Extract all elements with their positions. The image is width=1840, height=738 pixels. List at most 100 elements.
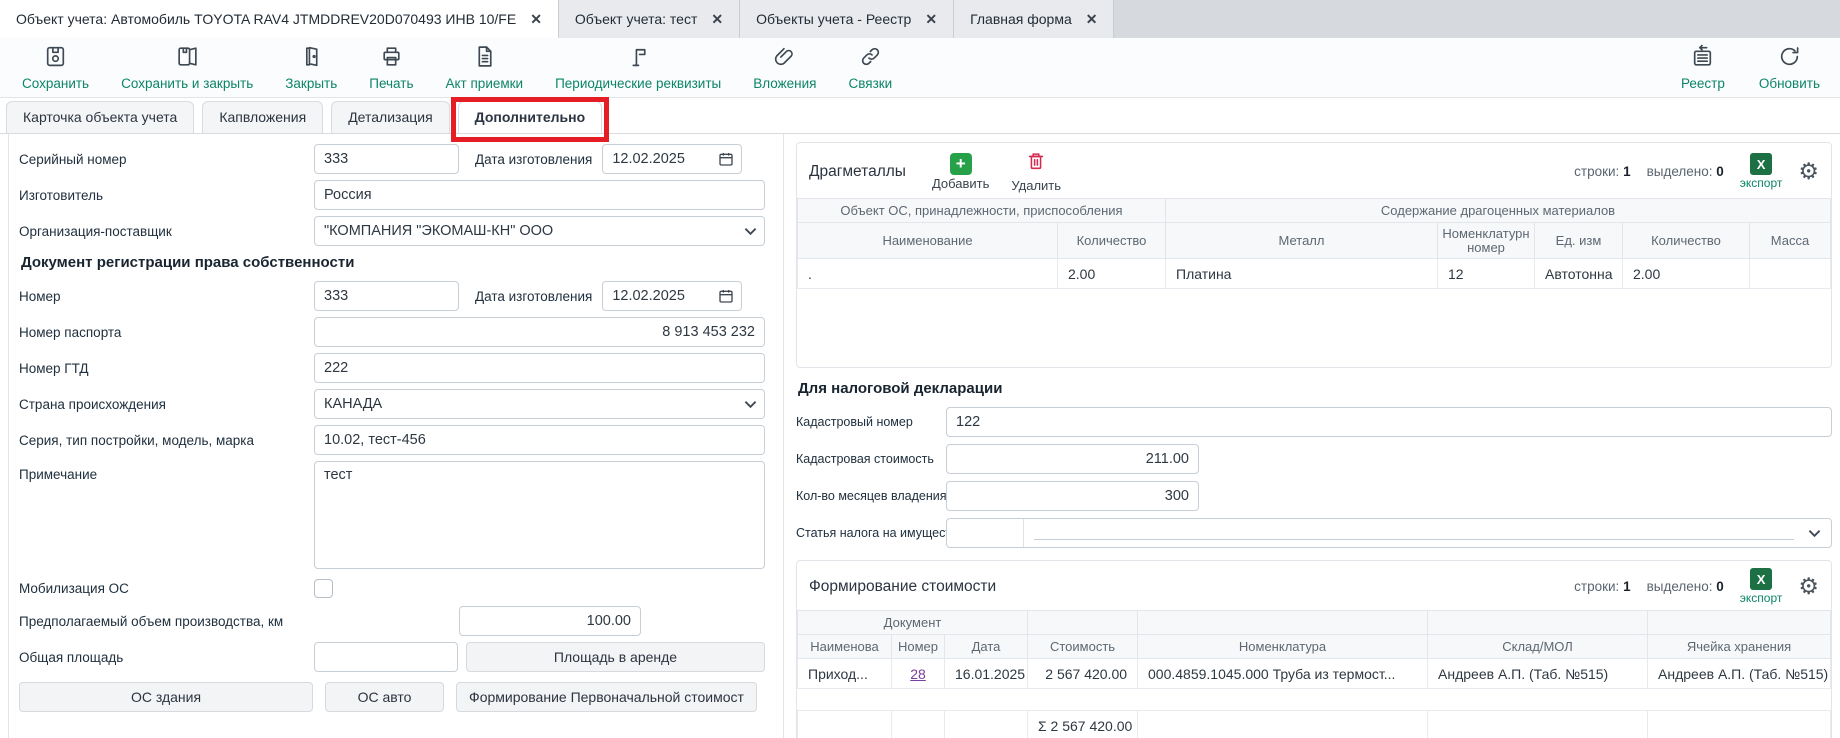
rows-count: строки: 1 <box>1574 164 1630 179</box>
os-auto-button[interactable]: ОС авто <box>325 682 444 712</box>
field-label: Предполагаемый объем производства, км <box>19 614 459 629</box>
registry-button[interactable]: Реестр <box>1681 44 1725 91</box>
registration-number-input[interactable] <box>314 281 459 311</box>
window-tab-test-object[interactable]: Объект учета: тест ✕ <box>559 0 740 38</box>
manufacturer-input[interactable] <box>314 180 765 210</box>
form-tab-bar: Карточка объекта учета Капвложения Детал… <box>0 98 1840 134</box>
property-tax-article-select[interactable] <box>946 518 1832 548</box>
passport-number-input[interactable] <box>314 317 765 347</box>
field-label: Изготовитель <box>19 188 314 203</box>
note-textarea[interactable]: тест <box>314 461 765 569</box>
right-pane: Драгметаллы + Добавить Удалить строки: 1… <box>784 134 1840 738</box>
column-header: Масса <box>1750 223 1831 259</box>
gear-icon[interactable]: ⚙ <box>1798 160 1819 183</box>
print-button[interactable]: Печать <box>369 44 413 91</box>
paperclip-icon <box>772 44 797 74</box>
tab-object-card[interactable]: Карточка объекта учета <box>6 101 194 133</box>
column-header: Ячейка хранения <box>1648 635 1831 659</box>
excel-export-button[interactable]: X экспорт <box>1740 568 1783 605</box>
table-row[interactable]: . 2.00 Платина 12 Автотонна 2.00 <box>798 259 1831 289</box>
production-volume-input[interactable] <box>459 606 641 636</box>
attachments-button[interactable]: Вложения <box>753 44 816 91</box>
os-buildings-button[interactable]: ОС здания <box>19 682 313 712</box>
field-label: Статья налога на имущество <box>796 526 946 540</box>
field-label: Номер <box>19 289 314 304</box>
field-label: Кадастровая стоимость <box>796 452 946 466</box>
gtd-number-input[interactable] <box>314 353 765 383</box>
registry-icon <box>1690 44 1715 74</box>
column-header: Дата <box>945 635 1028 659</box>
tax-article-code-cell[interactable] <box>947 519 1024 547</box>
supplier-select[interactable] <box>314 216 765 246</box>
close-button[interactable]: Закрыть <box>285 44 337 91</box>
refresh-icon <box>1777 44 1802 74</box>
delete-row-button[interactable]: Удалить <box>1011 150 1061 193</box>
initial-cost-formation-button[interactable]: Формирование Первоначальной стоимост <box>456 682 757 712</box>
window-tab-main-form[interactable]: Главная форма ✕ <box>954 0 1114 38</box>
printer-icon <box>379 44 404 74</box>
cadastral-number-input[interactable] <box>946 407 1832 437</box>
refresh-button[interactable]: Обновить <box>1759 44 1820 91</box>
series-model-input[interactable] <box>314 425 765 455</box>
manufacture-date-input-2[interactable] <box>602 281 742 311</box>
gear-icon[interactable]: ⚙ <box>1798 575 1819 598</box>
group-header: Содержание драгоценных материалов <box>1166 199 1831 223</box>
total-area-input[interactable] <box>314 642 458 672</box>
panel-title: Драгметаллы <box>809 163 906 181</box>
ownership-months-input[interactable] <box>946 481 1199 511</box>
cadastral-value-input[interactable] <box>946 444 1199 474</box>
manufacture-date-input-1[interactable] <box>602 144 742 174</box>
field-label: Серийный номер <box>19 152 314 167</box>
field-label: Кадастровый номер <box>796 415 946 429</box>
column-header: Номенклатура <box>1138 635 1428 659</box>
column-header: Количество <box>1623 223 1750 259</box>
tab-detailing[interactable]: Детализация <box>331 101 449 133</box>
column-header: Склад/МОЛ <box>1428 635 1648 659</box>
selected-count: выделено: 0 <box>1647 164 1724 179</box>
field-label: Примечание <box>19 461 314 482</box>
selected-count: выделено: 0 <box>1647 579 1724 594</box>
window-tab-registry[interactable]: Объекты учета - Реестр ✕ <box>740 0 954 38</box>
save-button[interactable]: Сохранить <box>22 44 89 91</box>
tab-additional[interactable]: Дополнительно <box>458 101 602 133</box>
excel-icon: X <box>1750 568 1772 590</box>
field-label: Номер ГТД <box>19 361 314 376</box>
column-header: Количество <box>1058 223 1166 259</box>
column-header: Ед. изм <box>1535 223 1623 259</box>
window-tab-label: Главная форма <box>970 11 1072 27</box>
field-label: Номер паспорта <box>19 325 314 340</box>
tab-capital-investments[interactable]: Капвложения <box>202 101 323 133</box>
close-icon[interactable]: ✕ <box>530 11 542 28</box>
save-icon <box>43 44 68 74</box>
field-label: Страна происхождения <box>19 397 314 412</box>
links-button[interactable]: Связки <box>848 44 892 91</box>
precious-metals-table: Объект ОС, принадлежности, приспособлени… <box>797 198 1831 289</box>
acceptance-act-button[interactable]: Акт приемки <box>446 44 524 91</box>
chain-link-icon <box>858 44 883 74</box>
cost-formation-table: Документ Наименова Номер Дата Стоимость … <box>797 610 1831 738</box>
close-icon[interactable]: ✕ <box>711 11 723 28</box>
mobilization-checkbox[interactable] <box>314 579 333 598</box>
summary-row: Σ 2 567 420.00 <box>798 711 1831 738</box>
table-row[interactable]: Приход... 28 16.01.2025 2 567 420.00 000… <box>798 659 1831 689</box>
save-and-close-button[interactable]: Сохранить и закрыть <box>121 44 253 91</box>
add-row-button[interactable]: + Добавить <box>932 153 989 191</box>
close-icon[interactable]: ✕ <box>925 11 937 28</box>
periodic-requisites-button[interactable]: Периодические реквизиты <box>555 44 721 91</box>
window-tab-current-object[interactable]: Объект учета: Автомобиль TOYOTA RAV4 JTM… <box>0 0 559 38</box>
trash-icon <box>1025 150 1047 177</box>
close-icon[interactable]: ✕ <box>1086 11 1098 28</box>
serial-number-input[interactable] <box>314 144 459 174</box>
toolbar: Сохранить Сохранить и закрыть Закрыть Пе… <box>0 38 1840 98</box>
excel-export-button[interactable]: X экспорт <box>1740 153 1783 190</box>
field-label: Общая площадь <box>19 650 314 665</box>
document-number-link[interactable]: 28 <box>910 666 926 682</box>
rented-area-button[interactable]: Площадь в аренде <box>466 642 765 672</box>
country-of-origin-select[interactable] <box>314 389 765 419</box>
content-area: Серийный номер Дата изготовления Изготов… <box>0 134 1840 738</box>
window-tab-label: Объекты учета - Реестр <box>756 11 911 27</box>
window-tab-label: Объект учета: тест <box>575 11 697 27</box>
section-header-tax-declaration: Для налоговой декларации <box>798 380 1832 397</box>
field-label: Кол-во месяцев владения <box>796 489 946 503</box>
tax-article-value-line <box>1034 526 1794 540</box>
